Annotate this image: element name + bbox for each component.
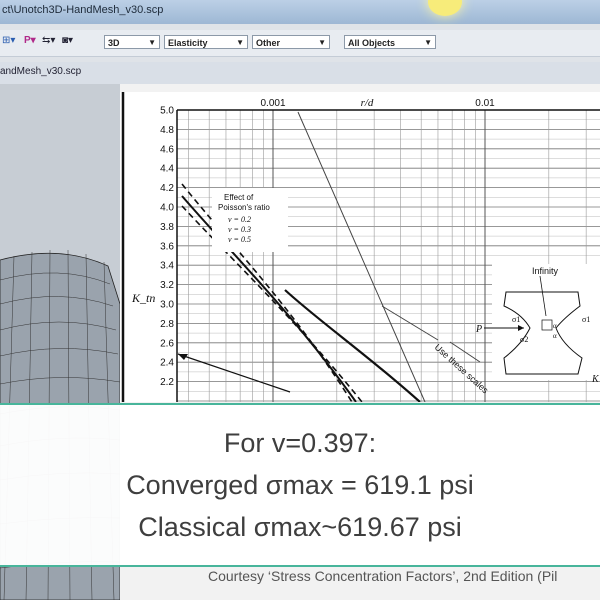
title-bar: ct\Unotch3D-HandMesh_v30.scp <box>0 0 600 24</box>
inset-label: K <box>591 374 600 385</box>
y-tick-label: 3.0 <box>160 300 174 311</box>
inset-label: σ2 <box>520 335 528 344</box>
y-tick-label: 4.4 <box>160 164 174 175</box>
legend-entry: ν = 0.5 <box>228 235 251 244</box>
y-tick-label: 2.8 <box>160 319 174 330</box>
chevron-down-icon: ▼ <box>318 38 326 47</box>
stress-concentration-chart: 2.2 2.4 2.6 2.8 3.0 3.2 3.4 3.6 3.8 4.0 4.2 4.4 4.6 4… <box>120 92 600 402</box>
y-tick-label: 3.4 <box>160 261 174 272</box>
caption-classical-stress: Classical σmax~619.67 psi <box>138 512 462 542</box>
top-axis-label: r/d <box>361 97 374 109</box>
top-tick-label: 0.001 <box>260 98 285 109</box>
caption-poisson-ratio: For v=0.397: <box>223 428 377 458</box>
y-tick-label: 4.8 <box>160 125 174 136</box>
caption-converged-stress: Converged σmax = 619.1 psi <box>126 470 474 500</box>
inset-label: P <box>475 324 482 335</box>
inset-label: α <box>553 322 557 330</box>
inset-label: σ1 <box>582 315 590 324</box>
document-tab[interactable]: andMesh_v30.scp <box>0 66 81 77</box>
y-tick-label: 2.2 <box>160 377 174 388</box>
legend-entry: ν = 0.2 <box>228 215 251 224</box>
inset-label: σ1 <box>512 315 520 324</box>
y-tick-label: 3.2 <box>160 280 174 291</box>
cursor-highlight <box>428 0 462 16</box>
document-tabs: andMesh_v30.scp <box>0 62 600 85</box>
analysis-dropdown[interactable]: Other ▼ <box>252 35 330 49</box>
legend-title: Effect of <box>224 193 254 202</box>
chevron-down-icon: ▼ <box>424 38 432 47</box>
move-icon[interactable]: ⇆▾ <box>42 35 55 49</box>
notch-inset: Infinity P σ1 σ2 σ1 α α K <box>475 264 600 385</box>
y-tick-label: 5.0 <box>160 106 174 117</box>
y-tick-label: 4.0 <box>160 203 174 214</box>
y-tick-label: 2.4 <box>160 358 174 369</box>
chevron-down-icon: ▼ <box>236 38 244 47</box>
y-tick-labels: 2.2 2.4 2.6 2.8 3.0 3.2 3.4 3.6 3.8 4.0 4.2 4.4 4.6 4… <box>160 106 174 389</box>
physics-dropdown[interactable]: Elasticity ▼ <box>164 35 248 49</box>
select-icon[interactable]: ⊞▾ <box>2 35 15 49</box>
view-dropdown[interactable]: 3D ▼ <box>104 35 160 49</box>
objects-dropdown[interactable]: All Objects ▼ <box>344 35 436 49</box>
pointer-icon[interactable]: P▾ <box>24 35 36 49</box>
result-caption-overlay: For v=0.397: Converged σmax = 619.1 psi … <box>0 403 600 567</box>
chevron-down-icon: ▼ <box>148 38 156 47</box>
y-tick-label: 3.8 <box>160 222 174 233</box>
window-title: ct\Unotch3D-HandMesh_v30.scp <box>2 4 164 16</box>
source-courtesy: Courtesy ‘Stress Concentration Factors’,… <box>208 568 558 584</box>
y-tick-label: 3.6 <box>160 241 174 252</box>
inset-label: α <box>553 332 557 340</box>
y-axis-label: K_tn <box>131 291 155 305</box>
y-tick-label: 4.2 <box>160 183 174 194</box>
top-tick-label: 0.01 <box>475 98 495 109</box>
y-tick-label: 4.6 <box>160 144 174 155</box>
inset-label-infinity: Infinity <box>532 266 559 276</box>
toolbar: ⊞▾ P▾ ⇆▾ ◙▾ 3D ▼ Elasticity ▼ Other ▼ All O… <box>0 30 600 57</box>
camera-icon[interactable]: ◙▾ <box>62 35 73 49</box>
legend-entry: ν = 0.3 <box>228 225 251 234</box>
y-tick-label: 2.6 <box>160 338 174 349</box>
legend-title-line2: Poisson's ratio <box>218 203 270 212</box>
